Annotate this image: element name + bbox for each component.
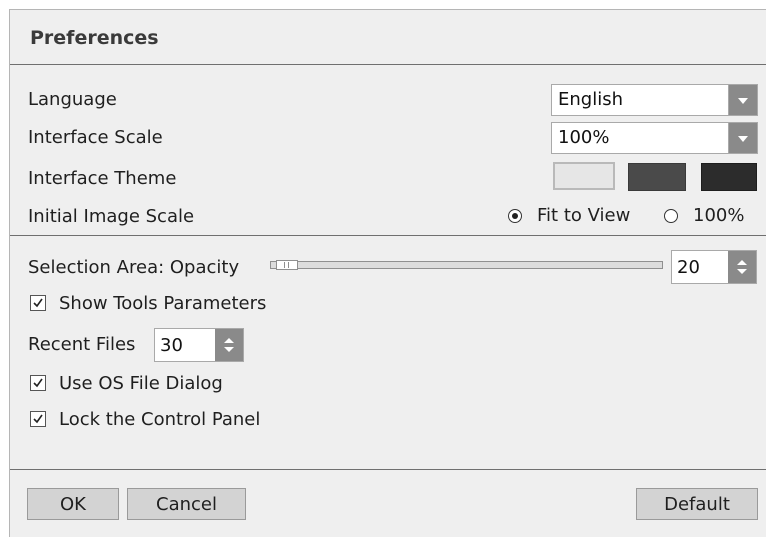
show-tools-parameters-label[interactable]: Show Tools Parameters — [59, 293, 266, 314]
radio-fit-to-view[interactable] — [508, 209, 522, 223]
section-divider — [10, 235, 766, 236]
recent-files-spinner[interactable]: 30 — [154, 328, 244, 362]
up-down-arrows-icon[interactable] — [728, 251, 756, 283]
lock-control-panel-label[interactable]: Lock the Control Panel — [59, 409, 260, 430]
footer-divider — [10, 469, 766, 470]
use-os-file-dialog-label[interactable]: Use OS File Dialog — [59, 373, 223, 394]
up-down-arrows-icon[interactable] — [215, 329, 243, 361]
use-os-file-dialog-checkbox[interactable] — [30, 375, 46, 391]
check-icon — [33, 298, 43, 308]
interface-scale-value: 100% — [558, 127, 610, 148]
cancel-button[interactable]: Cancel — [127, 488, 246, 520]
theme-swatch-light[interactable] — [553, 162, 615, 190]
check-icon — [33, 414, 43, 424]
language-label: Language — [28, 89, 117, 110]
fit-to-view-label[interactable]: Fit to View — [537, 205, 630, 226]
opacity-spinner[interactable]: 20 — [671, 250, 757, 284]
lock-control-panel-checkbox[interactable] — [30, 411, 46, 427]
opacity-slider-track[interactable] — [270, 261, 663, 269]
interface-theme-label: Interface Theme — [28, 168, 177, 189]
show-tools-parameters-checkbox[interactable] — [30, 295, 46, 311]
preferences-dialog: Preferences Language English Interface S… — [9, 9, 766, 537]
interface-scale-label: Interface Scale — [28, 127, 163, 148]
default-button[interactable]: Default — [636, 488, 758, 520]
chevron-down-icon[interactable] — [728, 123, 757, 153]
interface-scale-select[interactable]: 100% — [551, 122, 758, 154]
title-divider — [10, 64, 766, 65]
dialog-title: Preferences — [30, 27, 159, 49]
radio-100-percent[interactable] — [664, 209, 678, 223]
language-select[interactable]: English — [551, 84, 758, 116]
selection-opacity-label: Selection Area: Opacity — [28, 257, 240, 278]
language-value: English — [558, 89, 623, 110]
theme-swatch-medium[interactable] — [628, 163, 686, 191]
initial-image-scale-label: Initial Image Scale — [28, 206, 195, 227]
theme-swatch-dark[interactable] — [701, 163, 757, 191]
check-icon — [33, 378, 43, 388]
opacity-value[interactable]: 20 — [677, 257, 700, 278]
opacity-slider-handle[interactable] — [275, 260, 298, 270]
recent-files-value[interactable]: 30 — [160, 335, 183, 356]
recent-files-label: Recent Files — [28, 334, 136, 355]
chevron-down-icon[interactable] — [728, 85, 757, 115]
scale-100-label[interactable]: 100% — [693, 205, 744, 226]
ok-button[interactable]: OK — [27, 488, 119, 520]
